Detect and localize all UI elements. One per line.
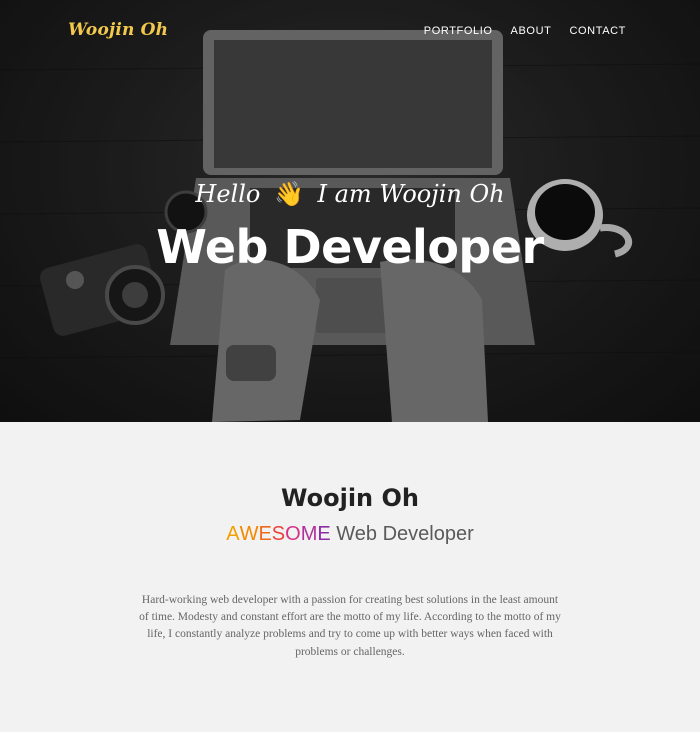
awesome-word: AWESOME	[226, 523, 331, 545]
about-role: AWESOME Web Developer	[0, 523, 700, 546]
awesome-letter: O	[285, 523, 301, 545]
brand-logo[interactable]: Woojin Oh	[68, 20, 168, 40]
nav-link-contact[interactable]: CONTACT	[569, 25, 626, 37]
hero-greeting: Hello 👋 I am Woojin Oh	[0, 180, 700, 208]
waving-hand-icon: 👋	[273, 180, 304, 208]
greeting-name: I am Woojin Oh	[317, 180, 505, 208]
awesome-letter: S	[271, 523, 286, 545]
hero-section: Woojin Oh PORTFOLIO ABOUT CONTACT Hello …	[0, 0, 700, 422]
awesome-letter: E	[317, 523, 331, 545]
hero-headline: Web Developer	[156, 220, 544, 274]
awesome-letter: W	[239, 523, 259, 545]
awesome-letter: M	[300, 523, 318, 545]
about-name: Woojin Oh	[281, 484, 419, 512]
hero-overlay	[0, 0, 700, 422]
about-section: Woojin Oh AWESOME Web Developer Hard-wor…	[0, 422, 700, 732]
nav-link-portfolio[interactable]: PORTFOLIO	[424, 25, 493, 37]
awesome-letter: E	[258, 523, 272, 545]
greeting-hello: Hello	[195, 180, 261, 208]
nav-link-about[interactable]: ABOUT	[511, 25, 552, 37]
main-nav: PORTFOLIO ABOUT CONTACT	[424, 25, 626, 37]
role-title: Web Developer	[336, 523, 474, 545]
about-bio: Hard-working web developer with a passio…	[139, 594, 561, 658]
awesome-letter: A	[226, 523, 240, 545]
